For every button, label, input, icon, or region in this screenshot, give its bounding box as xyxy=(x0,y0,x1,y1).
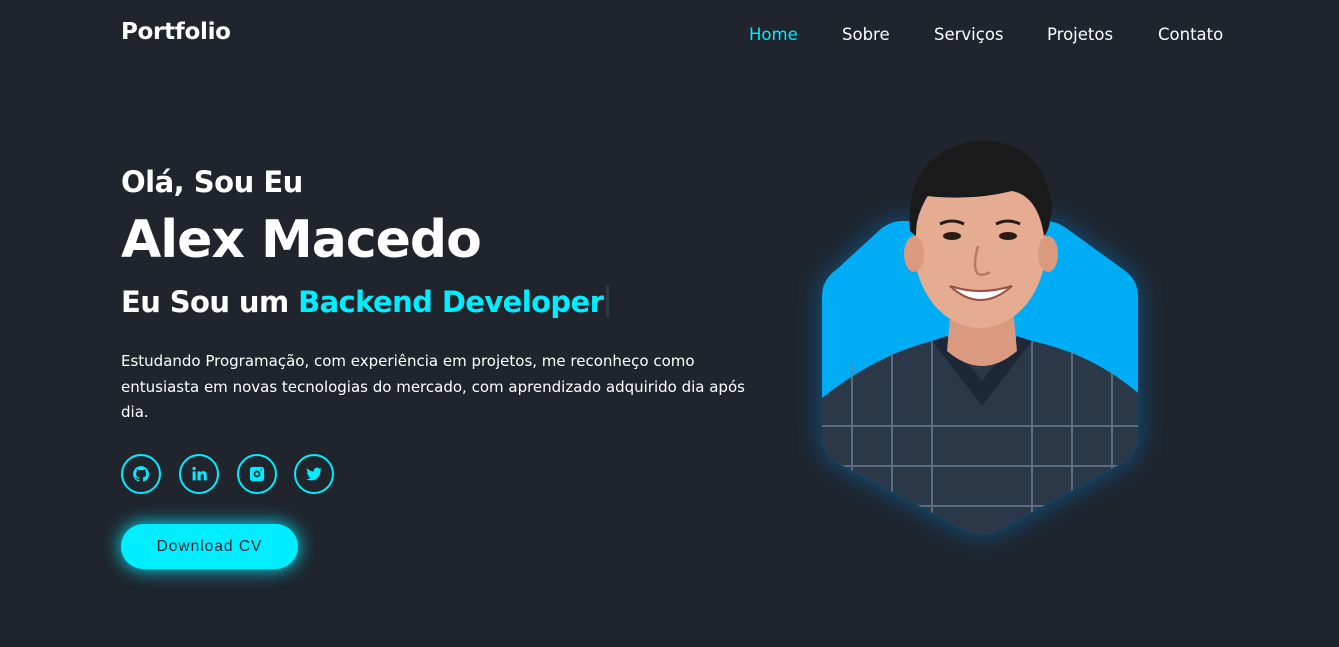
hero-role: Eu Sou um Backend Developer xyxy=(121,285,610,319)
twitter-icon xyxy=(306,467,322,481)
download-cv-button[interactable]: Download CV xyxy=(121,524,298,569)
nav-home[interactable]: Home xyxy=(749,25,798,44)
nav-servicos[interactable]: Serviços xyxy=(934,25,1004,44)
linkedin-link[interactable] xyxy=(179,454,219,494)
linkedin-icon xyxy=(192,466,207,481)
nav-sobre[interactable]: Sobre xyxy=(842,25,890,44)
portfolio-page: Portfolio Home Sobre Serviços Projetos C… xyxy=(0,0,1339,647)
profile-photo xyxy=(812,136,1152,546)
main-nav: Home Sobre Serviços Projetos Contato xyxy=(0,25,1339,49)
instagram-link[interactable] xyxy=(237,454,277,494)
hero-greeting: Olá, Sou Eu xyxy=(121,165,303,199)
role-highlight: Backend Developer xyxy=(298,285,604,319)
profile-photo-graphic xyxy=(822,140,1138,535)
nav-projetos[interactable]: Projetos xyxy=(1047,25,1113,44)
role-prefix: Eu Sou um xyxy=(121,285,289,319)
site-header: Portfolio Home Sobre Serviços Projetos C… xyxy=(0,0,1339,70)
hero-name: Alex Macedo xyxy=(121,210,482,270)
typing-cursor xyxy=(606,285,610,317)
instagram-icon xyxy=(249,466,265,482)
twitter-link[interactable] xyxy=(294,454,334,494)
github-link[interactable] xyxy=(121,454,161,494)
nav-contato[interactable]: Contato xyxy=(1158,25,1223,44)
github-icon xyxy=(133,466,150,482)
hero-description: Estudando Programação, com experiência e… xyxy=(121,352,745,421)
social-links xyxy=(121,454,361,494)
